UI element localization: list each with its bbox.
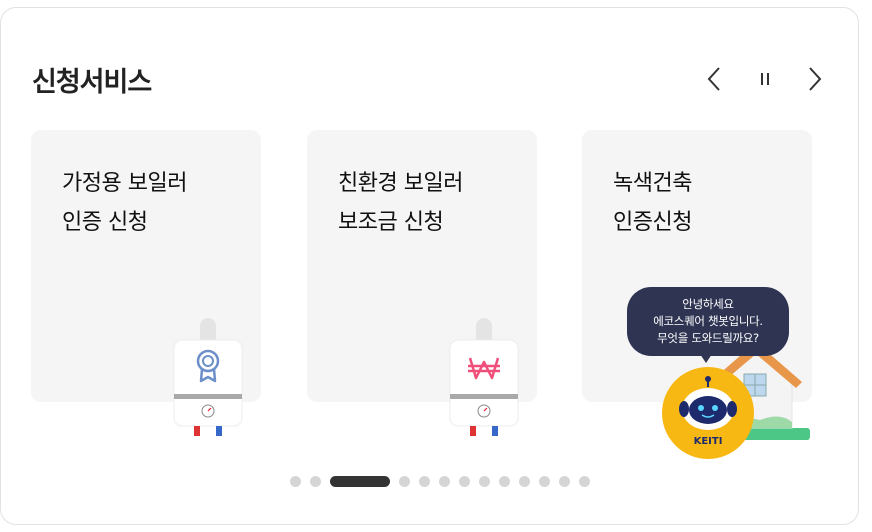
carousel-pagination xyxy=(290,476,590,487)
card-title-line1: 친환경 보일러 xyxy=(338,171,463,196)
greeting-line: 에코스퀘어 챗봇입니다. xyxy=(653,314,763,328)
pagination-dot[interactable] xyxy=(459,476,470,487)
card-title: 녹색건축 인증신청 xyxy=(613,164,692,242)
card-title-line2: 인증신청 xyxy=(613,210,692,235)
pagination-dot[interactable] xyxy=(499,476,510,487)
chatbot-button[interactable]: KEITI xyxy=(662,367,754,459)
card-title-line1: 녹색건축 xyxy=(613,171,692,196)
card-title: 친환경 보일러 보조금 신청 xyxy=(338,164,463,242)
chevron-left-icon xyxy=(707,67,720,91)
brand-label: KEITI xyxy=(693,436,723,447)
pagination-dot[interactable] xyxy=(479,476,490,487)
chevron-right-icon xyxy=(809,67,822,91)
boiler-illustration xyxy=(449,318,519,436)
pagination-dot[interactable] xyxy=(579,476,590,487)
bubble-tail xyxy=(700,354,712,363)
pagination-dot[interactable] xyxy=(419,476,430,487)
pagination-dot[interactable] xyxy=(310,476,321,487)
boiler-illustration xyxy=(173,318,243,436)
pause-slide-button[interactable] xyxy=(750,64,780,94)
pagination-dot[interactable] xyxy=(290,476,301,487)
card-title-line2: 보조금 신청 xyxy=(338,210,444,235)
greeting-line: 안녕하세요 xyxy=(682,297,734,311)
pagination-dot[interactable] xyxy=(439,476,450,487)
pagination-dot[interactable] xyxy=(399,476,410,487)
prev-slide-button[interactable] xyxy=(699,64,729,94)
greeting-line: 무엇을 도와드릴까요? xyxy=(657,331,759,345)
pagination-dot[interactable] xyxy=(539,476,550,487)
pagination-dot[interactable] xyxy=(519,476,530,487)
card-title: 가정용 보일러 인증 신청 xyxy=(62,164,187,242)
card-title-line2: 인증 신청 xyxy=(62,210,148,235)
pagination-dot[interactable] xyxy=(559,476,570,487)
card-title-line1: 가정용 보일러 xyxy=(62,171,187,196)
pause-icon xyxy=(761,73,769,85)
chatbot-greeting-bubble[interactable]: 안녕하세요 에코스퀘어 챗봇입니다. 무엇을 도와드릴까요? xyxy=(627,287,789,356)
section-title: 신청서비스 xyxy=(32,67,152,98)
next-slide-button[interactable] xyxy=(800,64,830,94)
pagination-dot-active[interactable] xyxy=(330,476,390,487)
